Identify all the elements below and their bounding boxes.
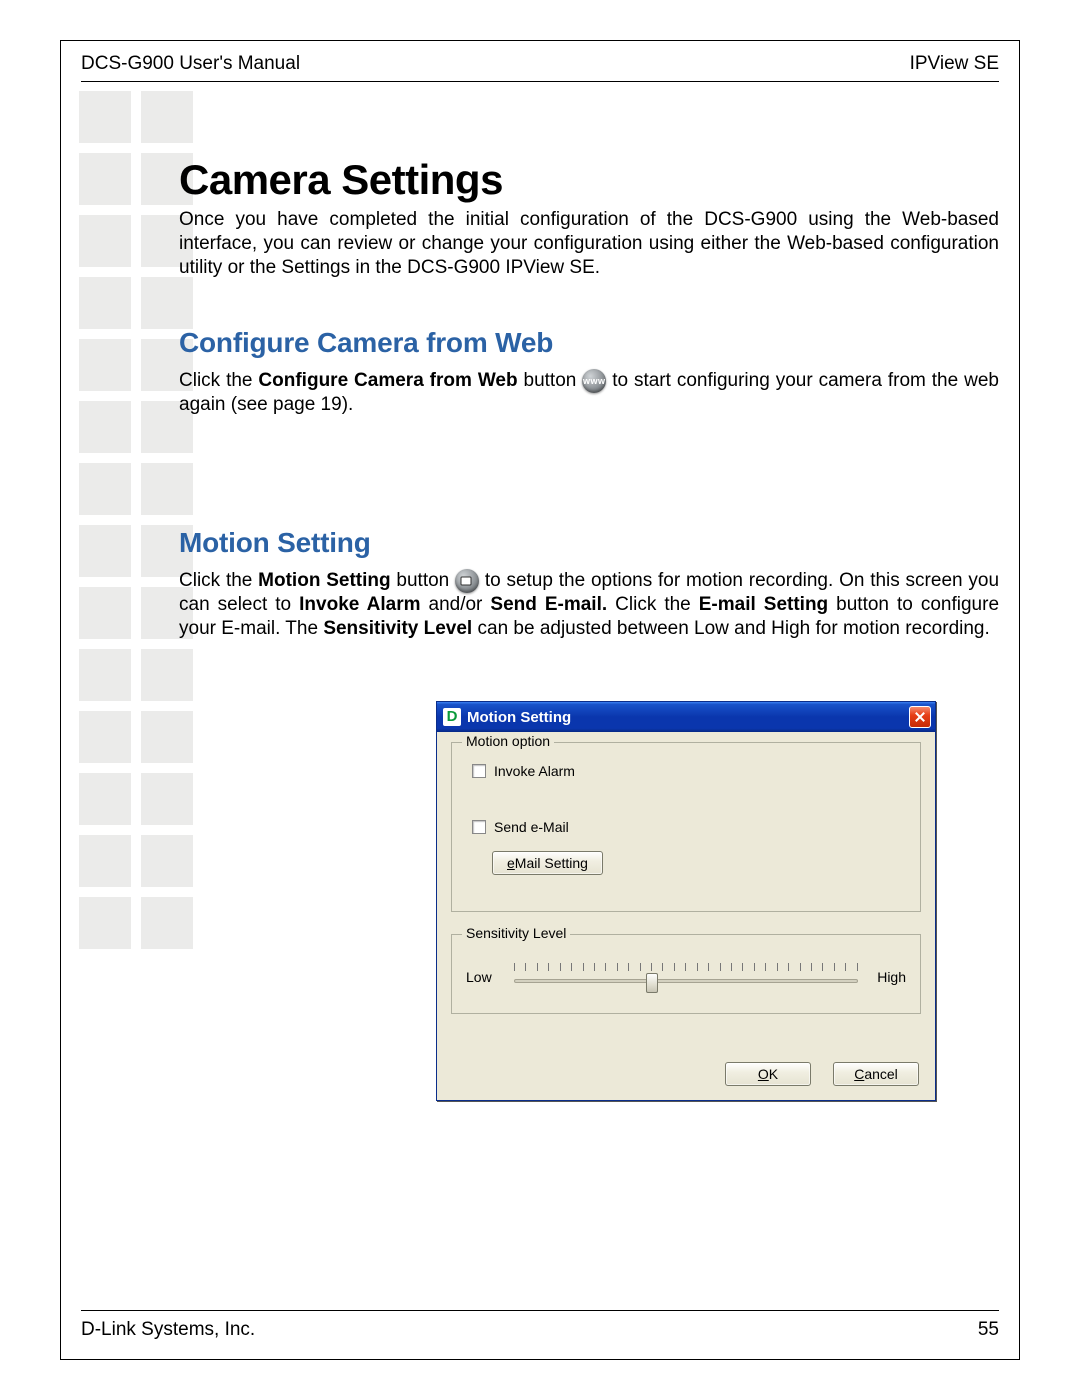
cancel-button[interactable]: Cancel: [833, 1062, 919, 1086]
dialog-app-icon: D: [443, 708, 461, 726]
deco-square: [141, 649, 193, 701]
high-label: High: [866, 969, 906, 985]
bold-text: Motion Setting: [258, 570, 390, 591]
group-label: Motion option: [462, 733, 554, 749]
invoke-alarm-checkbox[interactable]: [472, 764, 486, 778]
dialog-title: Motion Setting: [467, 709, 571, 726]
sensitivity-slider[interactable]: [514, 963, 858, 991]
page-frame: DCS-G900 User's Manual IPView SE Camer: [60, 40, 1020, 1360]
content-area: Camera Settings Once you have completed …: [179, 156, 999, 641]
button-text: ancel: [864, 1066, 897, 1082]
sensitivity-slider-row: Low High: [466, 957, 906, 997]
email-setting-wrap: eMail Setting: [492, 851, 906, 875]
send-email-checkbox[interactable]: [472, 820, 486, 834]
underline-char: C: [854, 1066, 864, 1082]
deco-square: [79, 897, 131, 949]
footer-left: D-Link Systems, Inc.: [81, 1319, 255, 1341]
deco-square: [79, 835, 131, 887]
page-footer: D-Link Systems, Inc. 55: [81, 1310, 999, 1341]
sensitivity-level-group: Sensitivity Level Low: [451, 934, 921, 1014]
deco-square: [141, 91, 193, 143]
motion-setting-dialog: D Motion Setting Motion option Invoke Al…: [436, 701, 936, 1101]
page-header: DCS-G900 User's Manual IPView SE: [81, 53, 999, 82]
slider-groove: [514, 979, 858, 983]
group-label: Sensitivity Level: [462, 925, 570, 941]
text: Click the: [179, 570, 258, 591]
text: and/or: [421, 594, 491, 615]
button-text: Mail Setting: [515, 855, 588, 871]
deco-square: [141, 773, 193, 825]
text: Click the: [607, 594, 699, 615]
bold-text: E-mail Setting: [699, 594, 828, 615]
page-number: 55: [978, 1319, 999, 1341]
text: can be adjusted between Low and High for…: [472, 618, 990, 639]
send-email-row: Send e-Mail: [472, 819, 906, 835]
motion-icon: [455, 569, 479, 593]
invoke-alarm-row: Invoke Alarm: [472, 763, 906, 779]
deco-square: [79, 153, 131, 205]
header-right: IPView SE: [910, 53, 999, 75]
deco-square: [79, 773, 131, 825]
send-email-label: Send e-Mail: [494, 819, 569, 835]
deco-square: [141, 711, 193, 763]
deco-square: [79, 711, 131, 763]
bold-text: Send E-mail.: [490, 594, 607, 615]
page-title: Camera Settings: [179, 156, 999, 204]
deco-square: [79, 401, 131, 453]
deco-square: [79, 649, 131, 701]
slider-thumb[interactable]: [646, 973, 658, 993]
section-heading-configure: Configure Camera from Web: [179, 327, 999, 359]
bold-text: Configure Camera from Web: [258, 370, 517, 391]
underline-char: e: [507, 855, 515, 871]
motion-option-group: Motion option Invoke Alarm Send e-Mail e…: [451, 742, 921, 912]
deco-square: [79, 215, 131, 267]
section2-paragraph: Click the Motion Setting button to setup…: [179, 569, 999, 641]
www-icon: www: [582, 369, 606, 393]
dialog-button-row: OK Cancel: [725, 1062, 919, 1086]
deco-square: [141, 897, 193, 949]
deco-square: [79, 91, 131, 143]
underline-char: O: [758, 1066, 769, 1082]
invoke-alarm-label: Invoke Alarm: [494, 763, 575, 779]
bold-text: Invoke Alarm: [299, 594, 420, 615]
intro-paragraph: Once you have completed the initial conf…: [179, 208, 999, 279]
dialog-body: Motion option Invoke Alarm Send e-Mail e…: [437, 732, 935, 1100]
low-label: Low: [466, 969, 506, 985]
deco-square: [79, 525, 131, 577]
dialog-titlebar[interactable]: D Motion Setting: [437, 702, 935, 732]
deco-square: [141, 835, 193, 887]
deco-square: [79, 463, 131, 515]
section1-paragraph: Click the Configure Camera from Web butt…: [179, 369, 999, 417]
button-text: K: [769, 1066, 778, 1082]
text: button: [391, 570, 455, 591]
section-heading-motion: Motion Setting: [179, 527, 999, 559]
email-setting-button[interactable]: eMail Setting: [492, 851, 603, 875]
slider-ticks: [514, 963, 858, 973]
deco-square: [79, 587, 131, 639]
text: button: [518, 370, 583, 391]
close-icon[interactable]: [909, 706, 931, 728]
bold-text: Sensitivity Level: [323, 618, 472, 639]
text: Click the: [179, 370, 258, 391]
deco-square: [79, 277, 131, 329]
ok-button[interactable]: OK: [725, 1062, 811, 1086]
deco-square: [79, 339, 131, 391]
header-left: DCS-G900 User's Manual: [81, 53, 300, 75]
